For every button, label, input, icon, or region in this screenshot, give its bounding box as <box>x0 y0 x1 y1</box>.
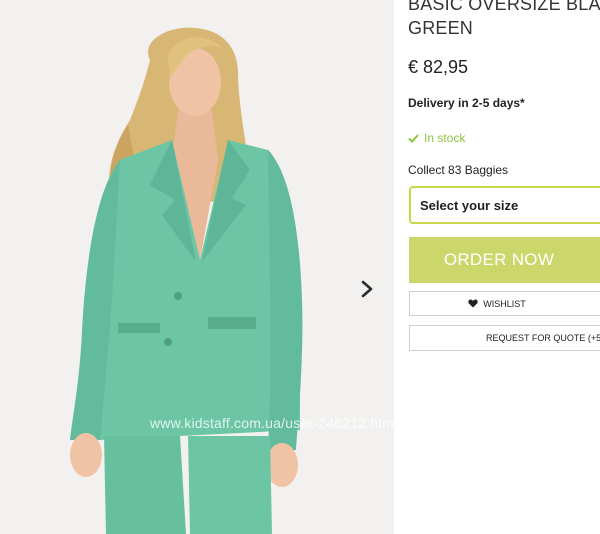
product-title-line2: GREEN <box>408 18 474 38</box>
product-price: € 82,95 <box>408 57 469 77</box>
size-select[interactable]: Select your size <box>409 186 600 224</box>
model-illustration <box>0 0 394 534</box>
order-now-button[interactable]: ORDER NOW <box>409 237 600 283</box>
image-watermark: www.kidstaff.com.ua/user-246212.html <box>150 415 394 431</box>
request-quote-label: REQUEST FOR QUOTE (+5 IT <box>486 333 600 343</box>
product-info-panel: BASIC OVERSIZE BLAZ GREEN € 82,95 Delive… <box>408 0 600 534</box>
wishlist-label: WISHLIST <box>483 298 526 309</box>
request-quote-button[interactable]: REQUEST FOR QUOTE (+5 IT <box>409 325 600 351</box>
chevron-right-icon <box>361 280 373 298</box>
wishlist-button[interactable]: WISHLIST <box>409 291 600 316</box>
next-image-arrow[interactable] <box>360 280 382 306</box>
order-now-label: ORDER NOW <box>443 250 555 269</box>
heart-icon <box>468 299 478 308</box>
product-image: www.kidstaff.com.ua/user-246212.html <box>0 0 394 534</box>
check-icon <box>408 133 419 143</box>
size-select-placeholder: Select your size <box>420 197 519 213</box>
loyalty-collect: Collect 83 Baggies <box>408 163 509 177</box>
stock-status: In stock <box>408 131 465 145</box>
product-title: BASIC OVERSIZE BLAZ GREEN <box>408 0 600 40</box>
product-title-line1: BASIC OVERSIZE BLAZ <box>408 0 600 14</box>
delivery-info: Delivery in 2-5 days* <box>408 96 525 110</box>
stock-status-label: In stock <box>424 131 466 145</box>
